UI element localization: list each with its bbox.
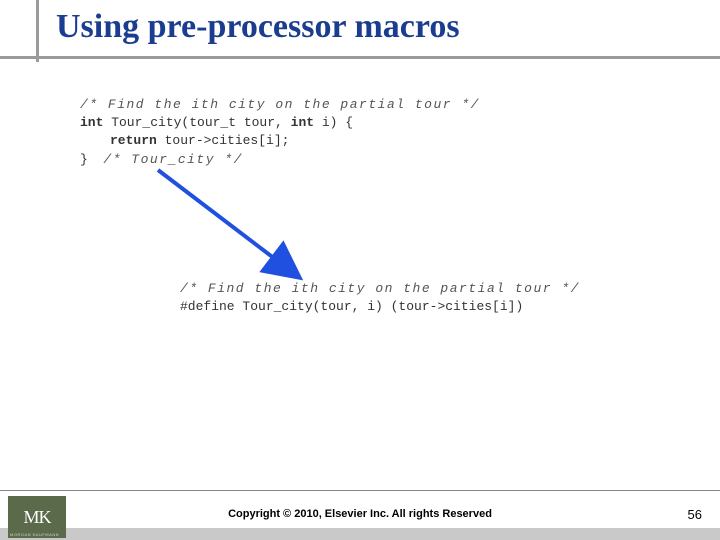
code-text: tour->cities[i]; — [157, 133, 290, 148]
copyright-text: Copyright © 2010, Elsevier Inc. All righ… — [0, 508, 720, 520]
code-comment: /* Find the ith city on the partial tour… — [180, 281, 580, 296]
page-number: 56 — [688, 507, 702, 522]
code-text: #define Tour_city(tour, i) (tour->cities… — [180, 299, 523, 314]
keyword-int: int — [80, 115, 103, 130]
arrow-icon — [140, 160, 340, 300]
keyword-int2: int — [291, 115, 314, 130]
keyword-return: return — [110, 133, 157, 148]
code-comment: /* Find the ith city on the partial tour… — [80, 97, 480, 112]
code-comment: /* Tour_city */ — [103, 152, 243, 167]
decor-line-horizontal — [0, 56, 720, 59]
footer: Copyright © 2010, Elsevier Inc. All righ… — [0, 490, 720, 540]
code-text: } — [80, 152, 103, 167]
title-area: Using pre-processor macros — [0, 0, 720, 70]
logo-subtext: MORGAN KAUFMANN — [10, 532, 59, 537]
slide-title: Using pre-processor macros — [56, 8, 460, 46]
code-macro: /* Find the ith city on the partial tour… — [180, 280, 580, 316]
code-function: /* Find the ith city on the partial tour… — [80, 96, 480, 169]
footer-grey-bar — [0, 528, 720, 540]
decor-line-vertical — [36, 0, 39, 62]
code-text: i) { — [314, 115, 353, 130]
code-text: Tour_city(tour_t tour, — [103, 115, 290, 130]
logo-text: MK — [23, 507, 50, 528]
